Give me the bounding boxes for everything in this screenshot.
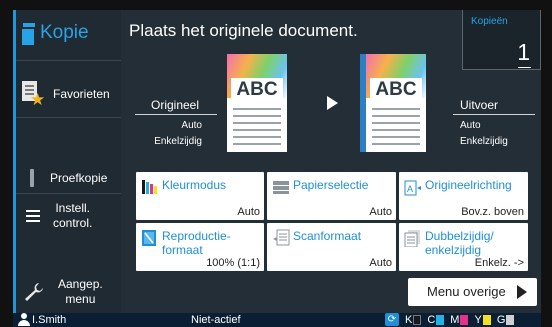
color-mode-label: Kleurmodus — [162, 178, 227, 192]
toner-k: K — [405, 314, 422, 326]
sidebar: Kopie ★ Favorieten Proefkopie Instell. c… — [13, 10, 121, 313]
reproduction-size-value: 100% (1:1) — [206, 257, 260, 269]
duplex-button[interactable]: Dubbelzijdig/ enkelzijdig Enkelz. -> — [399, 223, 528, 271]
sidebar-divider — [16, 193, 121, 194]
user-name: I.Smith — [32, 313, 67, 326]
svg-text:A: A — [407, 184, 413, 194]
wrench-icon — [25, 283, 43, 301]
mode-title: Kopie — [20, 18, 89, 48]
reproduction-size-label: Reproductie- formaat — [162, 229, 231, 257]
scan-format-label: Scanformaat — [293, 229, 362, 243]
duplex-label: Dubbelzijdig/ enkelzijdig — [425, 229, 494, 257]
copy-document-icon — [20, 23, 36, 47]
proof-copy-icon — [30, 169, 34, 187]
more-menu-label: Menu overige — [427, 284, 506, 299]
original-orientation-label: Origineelrichting — [425, 178, 512, 192]
original-title: Origineel — [151, 98, 200, 112]
copies-value: 1 — [517, 39, 530, 65]
copies-label: Kopieën — [471, 16, 508, 27]
output-paper-preview: ABC — [366, 54, 426, 152]
original-paper-text: ABC — [231, 78, 283, 102]
duplex-icon — [404, 230, 420, 247]
color-mode-button[interactable]: Kleurmodus Auto — [136, 172, 264, 220]
paper-tray-icon — [273, 181, 289, 194]
sidebar-divider — [16, 60, 121, 61]
original-orientation-value: Bov.z. boven — [461, 206, 524, 218]
output-title: Uitvoer — [460, 98, 499, 112]
refresh-icon[interactable]: ⟳ — [385, 313, 399, 326]
toner-m: M — [450, 314, 469, 326]
paper-selection-button[interactable]: Papierselectie Auto — [267, 172, 396, 220]
play-arrow-icon — [517, 285, 527, 299]
proof-copy-button[interactable]: Proefkopie — [16, 167, 121, 189]
output-paper-text: ABC — [370, 78, 422, 102]
scan-format-value: Auto — [369, 257, 392, 269]
machine-state: Niet-actief — [191, 314, 241, 326]
favorites-button[interactable]: ★ Favorieten — [16, 76, 121, 112]
toner-c: C — [427, 314, 445, 326]
toner-g: G — [497, 314, 515, 326]
original-paper-preview: ABC — [227, 54, 287, 152]
reproduction-size-icon — [142, 230, 156, 246]
more-menu-button[interactable]: Menu overige — [408, 278, 537, 306]
color-mode-value: Auto — [237, 206, 260, 218]
output-divider — [453, 114, 535, 115]
output-info: Auto Enkelzijdig — [460, 120, 508, 147]
reproduction-size-button[interactable]: Reproductie- formaat 100% (1:1) — [136, 223, 264, 271]
color-mode-icon — [142, 180, 157, 194]
toner-y: Y — [474, 314, 491, 326]
copies-counter[interactable]: Kopieën 1 — [462, 10, 541, 70]
orientation-icon: A — [404, 180, 421, 196]
favorites-star-icon: ★ — [22, 81, 45, 108]
custom-menu-label: Aangep. menu — [58, 277, 103, 306]
original-orientation-button[interactable]: A Origineelrichting Bov.z. boven — [399, 172, 528, 220]
settings-control-label: Instell. control. — [53, 201, 93, 230]
scan-format-button[interactable]: Scanformaat Auto — [267, 223, 396, 271]
duplex-value: Enkelz. -> — [474, 257, 524, 269]
user-info[interactable]: I.Smith — [18, 313, 66, 326]
instruction-message: Plaats het originele document. — [129, 21, 358, 40]
mode-title-label: Kopie — [40, 22, 89, 43]
sidebar-divider — [16, 117, 121, 118]
list-icon — [26, 210, 40, 222]
main-panel: Plaats het originele document. Kopieën 1… — [121, 10, 541, 313]
proof-copy-label: Proefkopie — [50, 170, 108, 185]
scan-format-icon — [273, 229, 290, 246]
arrow-right-icon — [327, 96, 338, 110]
custom-menu-button[interactable]: Aangep. menu — [16, 276, 121, 308]
user-icon — [18, 313, 30, 326]
paper-selection-value: Auto — [369, 206, 392, 218]
copies-cursor — [518, 67, 531, 68]
original-info: Auto Enkelzijdig — [154, 120, 202, 147]
status-bar: I.Smith Niet-actief ⟳ K C M Y G — [13, 313, 541, 327]
paper-selection-label: Papierselectie — [293, 178, 369, 192]
favorites-label: Favorieten — [53, 86, 110, 101]
toner-levels: ⟳ K C M Y G — [385, 313, 515, 326]
settings-control-button[interactable]: Instell. control. — [16, 199, 121, 233]
original-divider — [135, 114, 217, 115]
